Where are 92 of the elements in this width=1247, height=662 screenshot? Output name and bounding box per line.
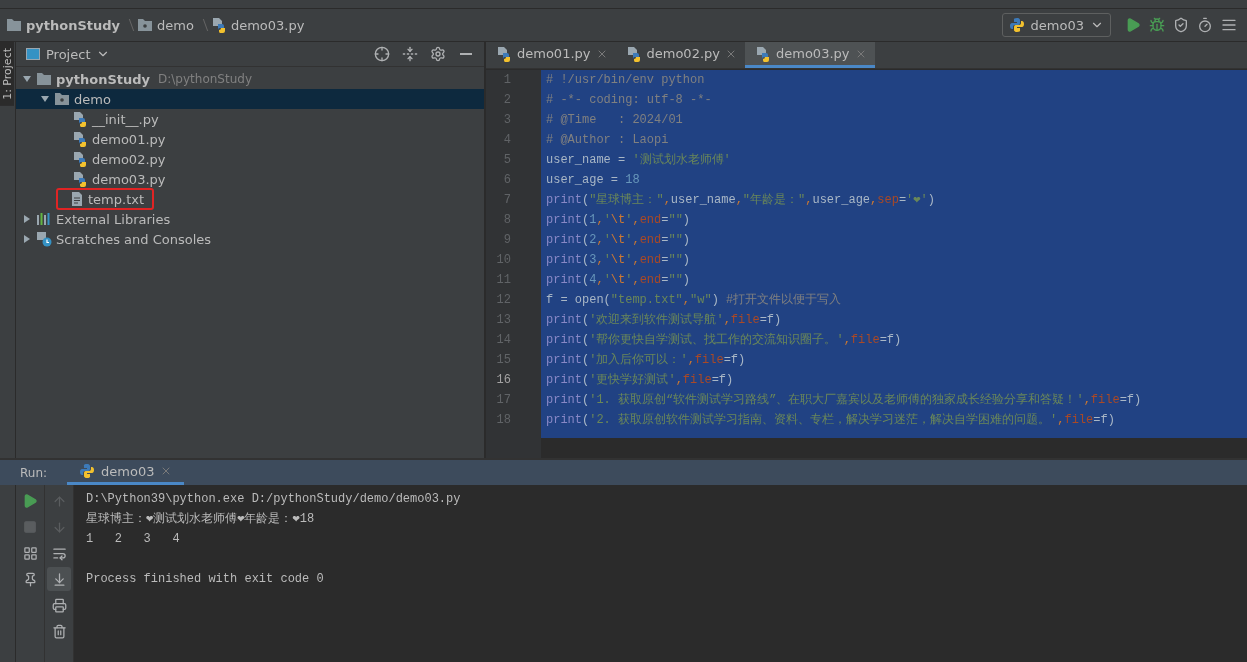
code-line: user_age = 18: [545, 172, 641, 189]
editor-tab[interactable]: demo03.py: [745, 42, 875, 68]
breadcrumb[interactable]: demo: [157, 17, 194, 33]
tree-item-label[interactable]: demo03.py: [92, 171, 166, 187]
stop-icon: [23, 520, 37, 534]
editor-tab[interactable]: demo02.py: [615, 42, 745, 68]
pin-icon: [22, 571, 38, 587]
python-file-icon: [496, 45, 512, 62]
shield-icon: [1173, 17, 1189, 33]
python-file-icon: [210, 17, 227, 33]
tree-row[interactable]: demo01.py: [16, 129, 484, 149]
tree-row[interactable]: Scratches and Consoles: [16, 229, 484, 249]
tree-item-label[interactable]: demo: [74, 91, 111, 107]
python-file-icon: [72, 171, 88, 187]
timer-icon: [1197, 17, 1213, 33]
collapse-icon: [402, 46, 418, 62]
play-icon: [1125, 17, 1141, 33]
tree-row[interactable]: demo: [16, 89, 484, 109]
tree-row[interactable]: pythonStudy D:\pythonStudy: [16, 69, 484, 89]
code-line: user_name = '测试划水老师傅': [545, 152, 732, 169]
libraries-icon: [36, 212, 52, 226]
breadcrumb[interactable]: demo03.py: [230, 17, 305, 33]
wrap-icon: [51, 545, 67, 561]
tree-item-label[interactable]: Scratches and Consoles: [56, 231, 212, 247]
run-config-dropdown[interactable]: demo03: [1001, 13, 1111, 37]
expanded-arrow-icon[interactable]: [22, 74, 32, 84]
code-line: print('2. 获取原创软件测试学习指南、资料、专栏，解决学习迷茫，解决自学困难的问题。',file=f): [545, 412, 1116, 429]
play-icon: [22, 493, 38, 509]
project-view-dropdown[interactable]: Project: [22, 46, 115, 62]
code-line: f = open("temp.txt","w") #打开文件以便于写入: [545, 292, 843, 309]
tree-row[interactable]: __init__.py: [16, 109, 484, 129]
project-side-tab[interactable]: 1: Project: [0, 42, 14, 106]
package-icon: [137, 18, 154, 32]
bug-icon: [1149, 17, 1165, 33]
folder-icon: [36, 72, 52, 86]
lines-icon: [1221, 17, 1237, 33]
code-line: print(4,'\t',end=""): [545, 272, 692, 289]
path-hint: D:\pythonStudy: [158, 72, 252, 86]
scroll-to-end-button[interactable]: [47, 567, 71, 591]
python-file-icon: [625, 45, 642, 62]
printer-icon: [51, 597, 67, 613]
python-logo-icon: [1008, 17, 1025, 33]
line-number: 16: [495, 372, 512, 389]
tree-item-label[interactable]: temp.txt: [88, 191, 145, 207]
collapsed-arrow-icon[interactable]: [22, 214, 32, 224]
code-line: # !/usr/bin/env python: [545, 72, 706, 89]
console-line: Process finished with exit code 0: [86, 571, 325, 588]
tree-item-label[interactable]: pythonStudy: [56, 71, 151, 87]
tree-row[interactable]: demo02.py: [16, 149, 484, 169]
tree-row[interactable]: temp.txt: [16, 189, 484, 209]
tree-item-label[interactable]: demo01.py: [92, 131, 166, 147]
expanded-arrow-icon[interactable]: [40, 94, 50, 104]
python-file-icon: [72, 111, 88, 127]
breadcrumb[interactable]: pythonStudy: [26, 17, 121, 33]
tree-row[interactable]: demo03.py: [16, 169, 484, 189]
settings-icon: [430, 46, 446, 62]
code-line: print(2,'\t',end=""): [545, 232, 692, 249]
console-line: 星球博主：❤测试划水老师傅❤年龄是：❤18: [86, 511, 316, 528]
code-line: # @Time : 2024/01: [545, 112, 684, 129]
code-line: print("星球博主：",user_name,"年龄是：",user_age,sep='❤'): [545, 192, 936, 209]
console-line: 1 2 3 4: [86, 531, 181, 548]
code-line: print('帮你更快自学测试、找工作的交流知识圈子。',file=f): [545, 332, 903, 349]
tree-item-label[interactable]: External Libraries: [56, 211, 171, 227]
python-file-icon: [72, 151, 88, 167]
code-line: print('1. 获取原创“软件测试学习路线”、在职大厂嘉宾以及老师傅的独家成长经验分享和答疑！',file=f): [545, 392, 1143, 409]
folder-icon: [6, 18, 22, 32]
collapsed-arrow-icon[interactable]: [22, 234, 32, 244]
scratches-icon: [36, 231, 52, 247]
python-file-icon: [755, 45, 771, 62]
crosshair-icon: [374, 46, 390, 62]
code-line: print('更快学好测试',file=f): [545, 372, 735, 389]
trash-icon: [51, 623, 67, 639]
down-arrow-icon: [51, 519, 67, 535]
code-line: print('欢迎来到软件测试导航',file=f): [545, 312, 783, 329]
package-icon: [54, 92, 70, 106]
code-line: # -*- coding: utf-8 -*-: [545, 92, 713, 109]
python-file-icon: [72, 131, 88, 147]
code-line: print('加入后你可以：',file=f): [545, 352, 747, 369]
code-line: print(1,'\t',end=""): [545, 212, 692, 229]
tree-row[interactable]: External Libraries: [16, 209, 484, 229]
panel-icon: [26, 48, 40, 60]
editor-tab[interactable]: demo01.py: [486, 42, 616, 68]
minus-icon: [460, 53, 472, 55]
text-file-icon: [70, 191, 84, 207]
console-line: D:\Python39\python.exe D:/pythonStudy/demo/demo03.py: [86, 491, 462, 508]
run-panel-title: Run:: [20, 465, 48, 480]
code-line: # @Author : Laopi: [545, 132, 670, 149]
python-logo-icon: [79, 463, 96, 479]
code-line: print(3,'\t',end=""): [545, 252, 692, 269]
tree-item-label[interactable]: __init__.py: [92, 111, 159, 127]
layout-icon: [22, 545, 38, 561]
tree-item-label[interactable]: demo02.py: [92, 151, 166, 167]
